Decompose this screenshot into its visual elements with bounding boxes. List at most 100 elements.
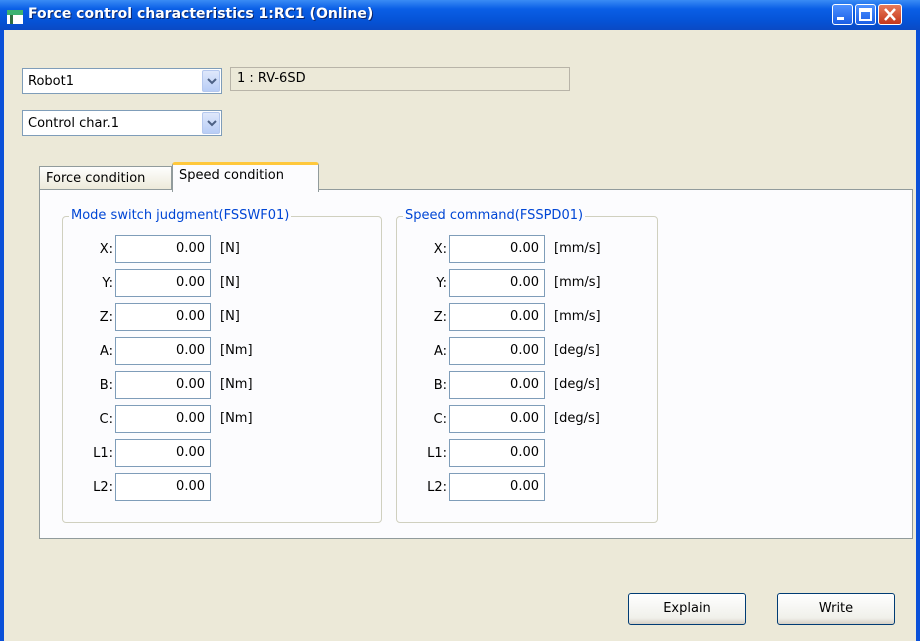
value-text: 0.00 [176, 275, 205, 290]
mode-switch-group-title: Mode switch judgment(FSSWF01) [69, 208, 292, 223]
axis-label: L2: [427, 480, 447, 495]
row-4-label-wrap: B: [397, 371, 447, 401]
app-icon [7, 10, 23, 24]
axis-label: X: [99, 242, 113, 257]
row-3-label-wrap: A: [63, 337, 113, 367]
write-button[interactable]: Write [777, 593, 895, 625]
value-text: 0.00 [176, 343, 205, 358]
close-button[interactable] [878, 4, 902, 25]
mode-switch-group: Mode switch judgment(FSSWF01) X: 0.00 [N] Y… [62, 208, 382, 523]
row-1-label-wrap: Y: [397, 269, 447, 299]
minimize-button[interactable] [832, 4, 853, 25]
explain-button[interactable]: Explain [628, 593, 746, 625]
unit-label: [deg/s] [554, 411, 600, 426]
value-text: 0.00 [510, 411, 539, 426]
value-field[interactable]: 0.00 [115, 439, 211, 467]
axis-label: C: [99, 412, 113, 427]
value-text: 0.00 [176, 241, 205, 256]
minimize-icon [837, 17, 844, 20]
row-7-label-wrap: L2: [397, 473, 447, 503]
maximize-icon [859, 8, 872, 21]
value-text: 0.00 [510, 309, 539, 324]
axis-label: C: [433, 412, 447, 427]
chevron-down-icon [207, 120, 217, 127]
axis-label: B: [99, 378, 113, 393]
unit-label: [mm/s] [554, 309, 601, 324]
tab-force-condition[interactable]: Force condition [39, 166, 172, 190]
row-2-label-wrap: Z: [397, 303, 447, 333]
value-field[interactable]: 0.00 [115, 269, 211, 297]
value-field[interactable]: 0.00 [115, 303, 211, 331]
tab-speed-condition-label: Speed condition [179, 168, 284, 183]
axis-label: B: [433, 378, 447, 393]
tab-speed-condition[interactable]: Speed condition [172, 162, 319, 192]
value-field[interactable]: 0.00 [115, 473, 211, 501]
value-field[interactable]: 0.00 [449, 337, 545, 365]
value-field[interactable]: 0.00 [449, 269, 545, 297]
value-text: 0.00 [176, 445, 205, 460]
control-char-dropdown-button[interactable] [202, 112, 220, 134]
value-text: 0.00 [510, 241, 539, 256]
value-text: 0.00 [510, 377, 539, 392]
axis-label: Y: [436, 276, 447, 291]
robot-model-text: 1 : RV-6SD [237, 71, 306, 86]
value-text: 0.00 [176, 309, 205, 324]
maximize-button[interactable] [855, 4, 876, 25]
speed-command-group: Speed command(FSSPD01) X: 0.00 [mm/s] Y: 0.0… [396, 208, 658, 523]
close-icon [884, 8, 896, 21]
value-text: 0.00 [510, 275, 539, 290]
unit-label: [Nm] [220, 411, 253, 426]
control-char-select-value: Control char.1 [28, 116, 120, 131]
value-field[interactable]: 0.00 [449, 303, 545, 331]
row-0-label-wrap: X: [397, 235, 447, 265]
axis-label: A: [433, 344, 447, 359]
value-text: 0.00 [510, 343, 539, 358]
unit-label: [N] [220, 309, 240, 324]
value-field[interactable]: 0.00 [115, 371, 211, 399]
row-5-label-wrap: C: [397, 405, 447, 435]
value-text: 0.00 [176, 377, 205, 392]
axis-label: Z: [99, 310, 113, 325]
window-title: Force control characteristics 1:RC1 (Onl… [28, 6, 374, 22]
unit-label: [N] [220, 241, 240, 256]
title-bar[interactable]: Force control characteristics 1:RC1 (Onl… [0, 0, 920, 30]
axis-label: Y: [102, 276, 113, 291]
dialog-window: Force control characteristics 1:RC1 (Onl… [0, 0, 920, 641]
value-text: 0.00 [176, 411, 205, 426]
row-6-label-wrap: L1: [397, 439, 447, 469]
speed-condition-panel: Mode switch judgment(FSSWF01) X: 0.00 [N] Y… [39, 189, 913, 539]
axis-label: L2: [93, 480, 113, 495]
write-button-label: Write [818, 601, 854, 616]
value-field[interactable]: 0.00 [449, 235, 545, 263]
axis-label: L1: [93, 446, 113, 461]
unit-label: [mm/s] [554, 241, 601, 256]
robot-select[interactable]: Robot1 [22, 68, 222, 94]
dialog-client-area: Robot1 1 : RV-6SD Control char.1 Force c… [4, 30, 916, 641]
value-field[interactable]: 0.00 [115, 337, 211, 365]
row-4-label-wrap: B: [63, 371, 113, 401]
row-1-label-wrap: Y: [63, 269, 113, 299]
value-field[interactable]: 0.00 [449, 439, 545, 467]
chevron-down-icon [207, 78, 217, 85]
row-6-label-wrap: L1: [63, 439, 113, 469]
value-field[interactable]: 0.00 [449, 405, 545, 433]
unit-label: [deg/s] [554, 377, 600, 392]
value-field[interactable]: 0.00 [115, 405, 211, 433]
tab-force-condition-label: Force condition [46, 171, 146, 186]
value-field[interactable]: 0.00 [115, 235, 211, 263]
robot-select-value: Robot1 [28, 74, 74, 89]
axis-label: L1: [427, 446, 447, 461]
robot-select-dropdown-button[interactable] [202, 70, 220, 92]
unit-label: [Nm] [220, 377, 253, 392]
explain-button-label: Explain [663, 601, 711, 616]
value-text: 0.00 [510, 479, 539, 494]
value-field[interactable]: 0.00 [449, 371, 545, 399]
row-7-label-wrap: L2: [63, 473, 113, 503]
value-field[interactable]: 0.00 [449, 473, 545, 501]
row-0-label-wrap: X: [63, 235, 113, 265]
control-char-select[interactable]: Control char.1 [22, 110, 222, 136]
row-5-label-wrap: C: [63, 405, 113, 435]
axis-label: X: [433, 242, 447, 257]
axis-label: A: [99, 344, 113, 359]
unit-label: [N] [220, 275, 240, 290]
